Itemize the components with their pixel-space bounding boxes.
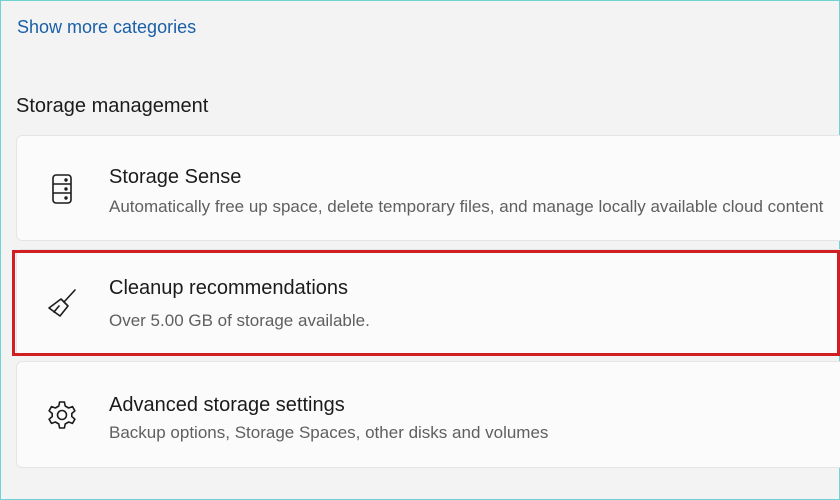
cleanup-recommendations-subtitle: Over 5.00 GB of storage available.: [109, 311, 370, 330]
storage-sense-card[interactable]: Storage Sense Automatically free up spac…: [16, 135, 840, 241]
storage-drive-icon: [45, 172, 79, 206]
gear-icon: [45, 398, 79, 432]
cleanup-recommendations-title: Cleanup recommendations: [109, 277, 349, 299]
broom-icon: [45, 286, 79, 320]
cleanup-recommendations-card[interactable]: Cleanup recommendations Over 5.00 GB of …: [16, 249, 840, 356]
show-more-categories-link[interactable]: Show more categories: [17, 17, 196, 38]
advanced-storage-settings-card[interactable]: Advanced storage settings Backup options…: [16, 361, 840, 468]
advanced-storage-settings-subtitle: Backup options, Storage Spaces, other di…: [109, 423, 549, 442]
storage-sense-subtitle: Automatically free up space, delete temp…: [109, 197, 824, 216]
advanced-storage-settings-title: Advanced storage settings: [109, 394, 345, 416]
storage-sense-title: Storage Sense: [109, 166, 242, 188]
section-title: Storage management: [16, 95, 209, 117]
